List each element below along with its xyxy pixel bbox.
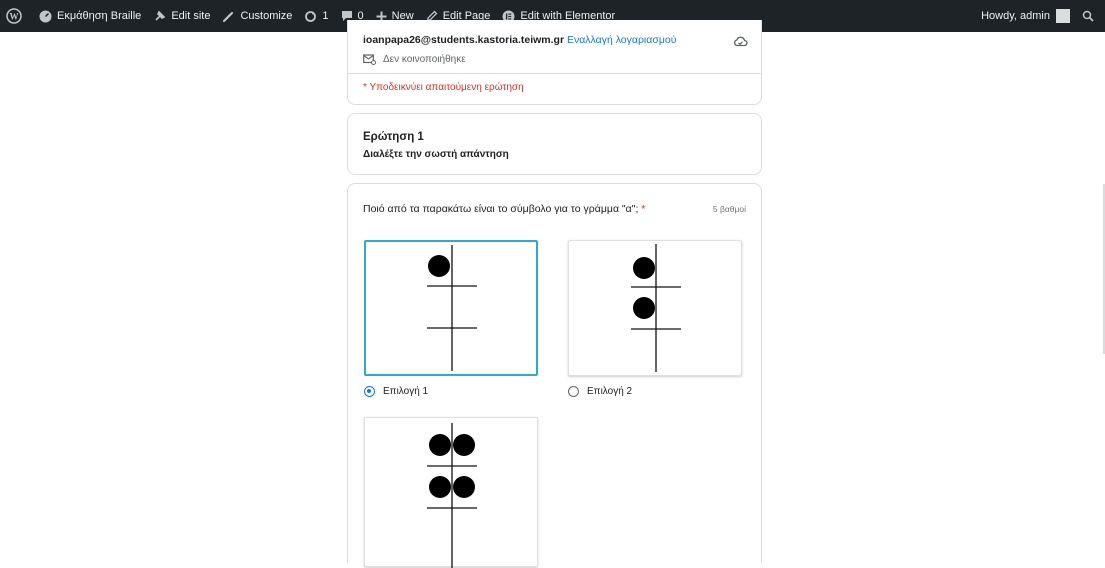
section-description: Διαλέξτε την σωστή απάντηση — [363, 149, 509, 160]
radio-selected[interactable] — [364, 386, 375, 397]
divider — [348, 73, 761, 74]
search-icon[interactable] — [1076, 0, 1105, 32]
my-account-menu[interactable]: Howdy, admin — [975, 0, 1076, 32]
question-title: Ποιό από τα παρακάτω είναι το σύμβολο γι… — [363, 203, 645, 215]
account-email: ioanpapa26@students.kastoria.teiwm.gr — [363, 34, 565, 46]
updates-icon — [305, 10, 317, 22]
howdy-label: Howdy, admin — [981, 10, 1050, 22]
braille-dot — [428, 255, 450, 277]
not-shared-icon — [363, 54, 376, 65]
account-row: ioanpapa26@students.kastoria.teiwm.gr Εν… — [363, 34, 676, 46]
question-card: Ποιό από τα παρακάτω είναι το σύμβολο γι… — [347, 183, 762, 568]
updates-count: 1 — [322, 10, 329, 22]
option-label-1: Επιλογή 1 — [383, 386, 429, 397]
section-title: Ερώτηση 1 — [363, 131, 424, 143]
switch-account-link[interactable]: Εναλλαγή λογαριασμού — [567, 34, 676, 46]
option-label-2: Επιλογή 2 — [587, 386, 633, 397]
braille-dot — [633, 297, 655, 319]
braille-dot — [453, 476, 475, 498]
edit-site-link[interactable]: Edit site — [147, 0, 216, 32]
option-radio-1[interactable]: Επιλογή 1 — [364, 386, 428, 397]
braille-cell-1 — [427, 245, 477, 371]
question-points: 5 βαθμοί — [712, 204, 746, 214]
required-note: * Υποδεικνύει απαιτούμενη ερώτηση — [363, 82, 524, 93]
radio-unselected[interactable] — [568, 386, 579, 397]
customize-label: Customize — [240, 10, 293, 22]
option-image-3[interactable] — [364, 417, 538, 568]
braille-dot — [453, 434, 475, 456]
braille-dot — [429, 476, 451, 498]
braille-cell-3 — [427, 423, 477, 568]
wordpress-logo-icon[interactable]: W — [0, 0, 33, 32]
not-shared-row: Δεν κοινοποιήθηκε — [363, 54, 466, 65]
braille-dot — [633, 257, 655, 279]
brush-icon — [223, 11, 234, 22]
pin-icon — [155, 10, 166, 21]
not-shared-label: Δεν κοινοποιήθηκε — [383, 54, 466, 65]
option-radio-2[interactable]: Επιλογή 2 — [568, 386, 632, 397]
account-card: ioanpapa26@students.kastoria.teiwm.gr Εν… — [347, 20, 762, 105]
site-name-link[interactable]: Εκμάθηση Braille — [33, 0, 147, 32]
edit-site-label: Edit site — [171, 10, 211, 22]
required-star: * — [641, 203, 646, 215]
braille-dot — [429, 434, 451, 456]
avatar — [1056, 9, 1070, 23]
cloud-icon — [733, 36, 748, 47]
section-header-card: Ερώτηση 1 Διαλέξτε την σωστή απάντηση — [347, 113, 762, 175]
customize-link[interactable]: Customize — [216, 0, 298, 32]
braille-cell-2 — [631, 244, 681, 372]
dashboard-icon — [39, 10, 52, 22]
updates-link[interactable]: 1 — [298, 0, 334, 32]
question-text: Ποιό από τα παρακάτω είναι το σύμβολο γι… — [363, 203, 639, 215]
svg-text:W: W — [10, 12, 19, 22]
site-name-label: Εκμάθηση Braille — [57, 10, 142, 22]
option-image-2[interactable] — [568, 240, 742, 376]
option-image-1[interactable] — [364, 240, 538, 376]
